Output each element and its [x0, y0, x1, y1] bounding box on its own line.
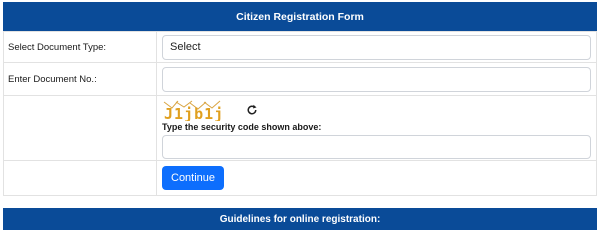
captcha-instruction: Type the security code shown above:: [162, 122, 322, 132]
refresh-icon[interactable]: [246, 104, 258, 116]
document-type-select[interactable]: Select: [162, 34, 591, 60]
document-no-row: Enter Document No.:: [3, 62, 597, 96]
document-no-input[interactable]: [162, 66, 591, 92]
continue-button[interactable]: Continue: [162, 166, 225, 190]
guidelines-title: Guidelines for online registration:: [219, 213, 381, 225]
form-title: Citizen Registration Form: [236, 10, 364, 23]
document-type-selected: Select: [170, 41, 201, 53]
captcha-row: J1jb1j Type the security code shown abov…: [3, 95, 597, 161]
guidelines-header: Guidelines for online registration:: [3, 208, 597, 230]
captcha-input[interactable]: [162, 135, 591, 159]
form-header: Citizen Registration Form: [3, 2, 597, 31]
document-type-row: Select Document Type: Select: [3, 31, 597, 63]
captcha-code: J1jb1j: [164, 105, 222, 121]
document-no-label: Enter Document No.:: [3, 62, 157, 96]
captcha-image: J1jb1j: [163, 100, 222, 121]
document-type-label: Select Document Type:: [3, 31, 157, 63]
registration-form: Select Document Type: Select Enter Docum…: [3, 31, 597, 196]
submit-row: Continue: [3, 160, 597, 196]
